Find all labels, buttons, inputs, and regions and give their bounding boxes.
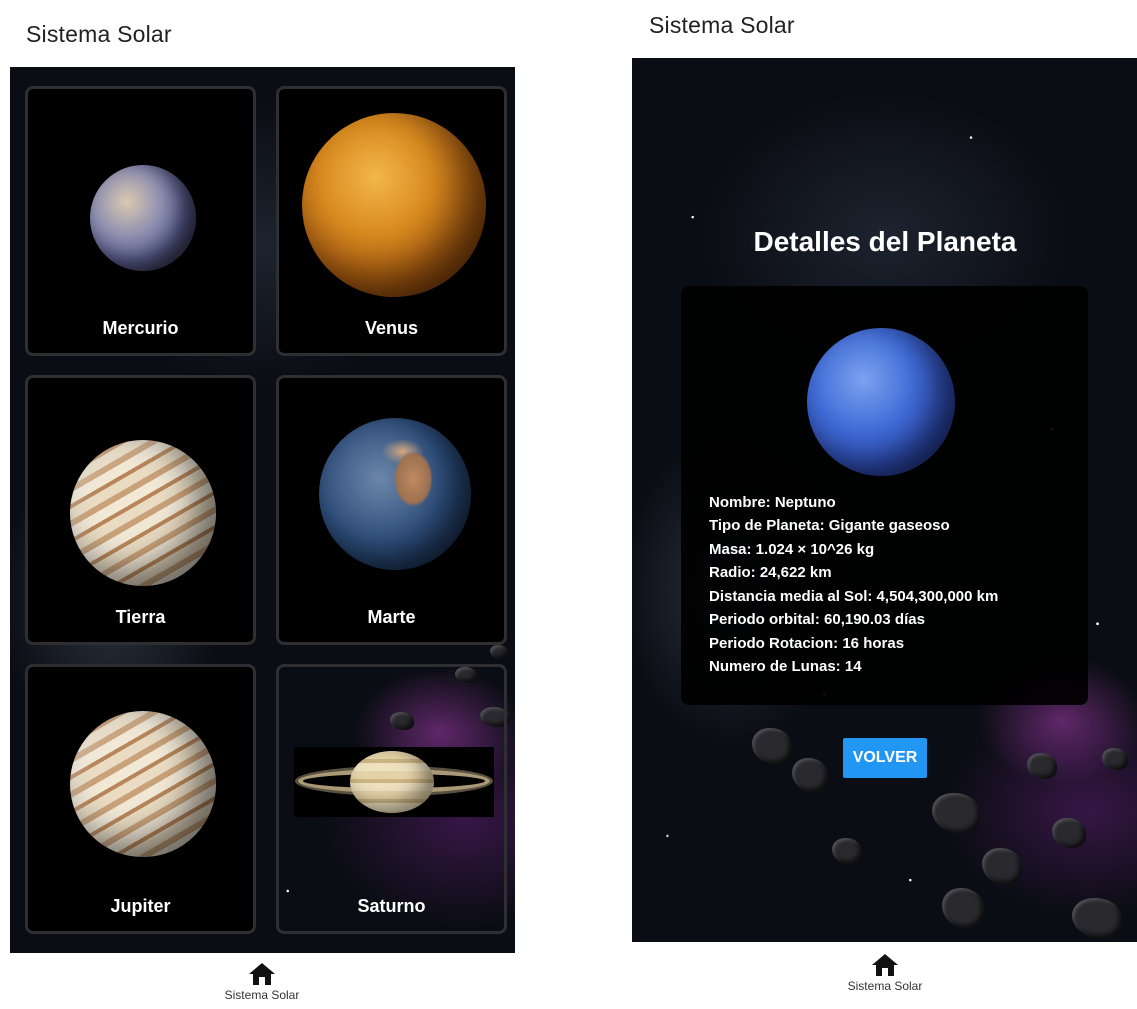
detail-moons: Numero de Lunas: 14 bbox=[709, 658, 862, 675]
saturn-body bbox=[350, 751, 434, 813]
asteroid bbox=[1052, 818, 1086, 848]
app-title-left: Sistema Solar bbox=[26, 21, 172, 47]
detail-name: Nombre: Neptuno bbox=[709, 494, 836, 511]
planet-card-label: Saturno bbox=[357, 896, 426, 916]
detail-mass: Masa: 1.024 × 10^26 kg bbox=[709, 541, 875, 558]
asteroid bbox=[932, 793, 980, 833]
app-title-right: Sistema Solar bbox=[649, 12, 795, 38]
asteroid bbox=[792, 758, 828, 792]
bottom-nav-label: Sistema Solar bbox=[224, 988, 300, 999]
detail-radius: Radio: 24,622 km bbox=[709, 564, 832, 581]
mercurio-image bbox=[90, 165, 196, 271]
bottom-nav-left[interactable]: Sistema Solar bbox=[212, 962, 312, 999]
asteroid bbox=[490, 645, 508, 659]
asteroid bbox=[982, 848, 1022, 884]
details-heading: Detalles del Planeta bbox=[753, 226, 1017, 257]
bottom-nav-right[interactable]: Sistema Solar bbox=[835, 953, 935, 993]
bottom-nav-label: Sistema Solar bbox=[847, 979, 923, 993]
planet-card-label: Mercurio bbox=[102, 318, 179, 338]
planet-card-mercurio[interactable]: Mercurio bbox=[25, 86, 256, 356]
neptuno-image bbox=[807, 328, 955, 476]
saturno-image bbox=[294, 747, 494, 817]
volver-button[interactable]: VOLVER bbox=[843, 738, 927, 778]
asteroid bbox=[1102, 748, 1128, 770]
venus-image bbox=[302, 113, 486, 297]
tierra-image bbox=[70, 440, 216, 586]
asteroid bbox=[1027, 753, 1057, 779]
asteroid bbox=[832, 838, 862, 864]
planet-card-label: Marte bbox=[367, 607, 416, 627]
jupiter-image bbox=[70, 711, 216, 857]
planet-card-jupiter[interactable]: Jupiter bbox=[25, 664, 256, 934]
planet-card-label: Tierra bbox=[115, 607, 166, 627]
marte-image bbox=[319, 418, 471, 570]
detail-distance: Distancia media al Sol: 4,504,300,000 km bbox=[709, 588, 999, 605]
detail-type: Tipo de Planeta: Gigante gaseoso bbox=[709, 517, 950, 534]
asteroid bbox=[942, 888, 984, 928]
planet-card-label: Venus bbox=[364, 318, 419, 338]
home-icon bbox=[872, 954, 898, 976]
planet-card-marte[interactable]: Marte bbox=[276, 375, 507, 645]
asteroid bbox=[752, 728, 792, 764]
home-icon bbox=[249, 963, 275, 985]
planet-card-saturno[interactable]: Saturno bbox=[276, 664, 507, 934]
planet-card-venus[interactable]: Venus bbox=[276, 86, 507, 356]
asteroid bbox=[1072, 898, 1122, 938]
planet-card-tierra[interactable]: Tierra bbox=[25, 375, 256, 645]
planet-card-label: Jupiter bbox=[110, 896, 171, 916]
detail-rotation: Periodo Rotacion: 16 horas bbox=[709, 635, 905, 652]
detail-orbit: Periodo orbital: 60,190.03 días bbox=[709, 611, 925, 628]
